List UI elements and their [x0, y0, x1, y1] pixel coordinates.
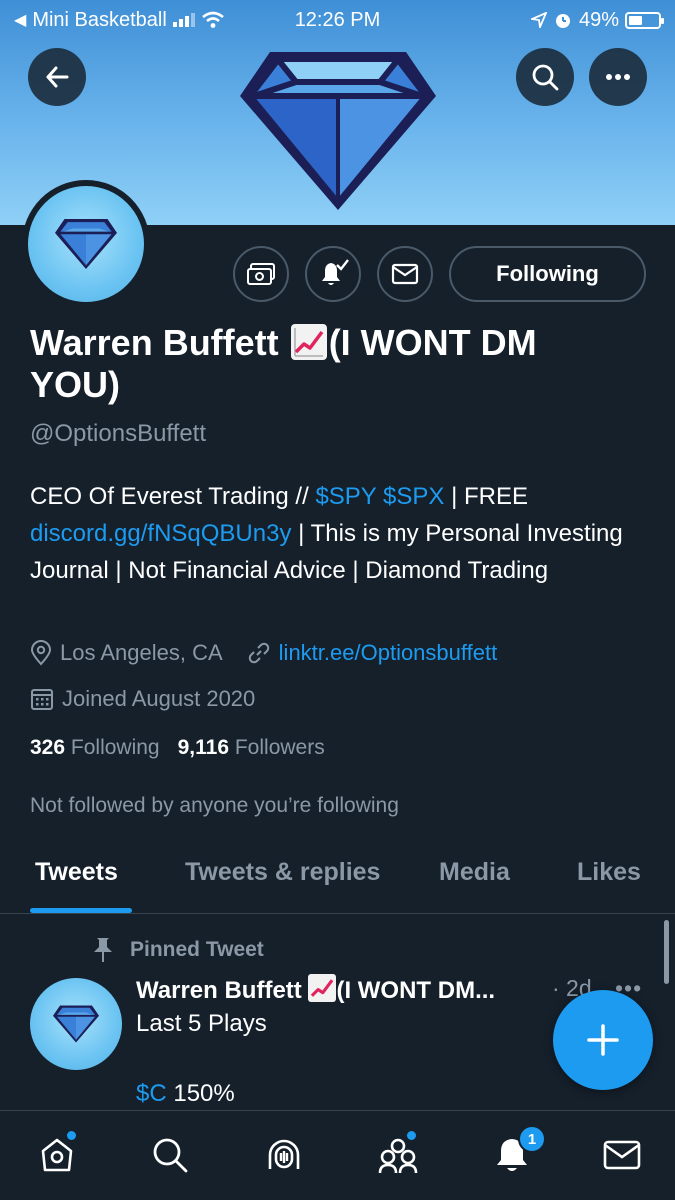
calendar-icon: [31, 689, 53, 710]
back-to-app-icon[interactable]: ◀: [14, 10, 26, 30]
notifications-badge: 1: [518, 1125, 546, 1153]
arrow-left-icon: [46, 66, 69, 88]
following-button[interactable]: Following: [449, 246, 646, 302]
followers-count-link[interactable]: 9,116 Followers: [178, 736, 325, 760]
bio-text: CEO Of Everest Trading //: [30, 483, 316, 510]
communities-new-dot: [407, 1131, 416, 1140]
mutual-followers-note: Not followed by anyone you’re following: [30, 794, 399, 817]
profile-handle: @OptionsBuffett: [30, 420, 207, 447]
home-new-dot: [67, 1131, 76, 1140]
bottom-navigation: 1: [0, 1110, 675, 1200]
pinned-label-text: Pinned Tweet: [130, 938, 264, 961]
plus-icon: [587, 1024, 619, 1056]
tip-button[interactable]: [233, 246, 289, 302]
profile-website-link[interactable]: linktr.ee/Optionsbuffett: [279, 640, 498, 666]
followers-count: 9,116: [177, 736, 230, 759]
profile-bio: CEO Of Everest Trading // $SPY $SPX | FR…: [30, 478, 650, 589]
bell-check-icon: [322, 259, 349, 285]
diamond-avatar-icon: [53, 1005, 99, 1043]
battery-percent: 49%: [578, 8, 619, 31]
following-label: Following: [70, 736, 160, 759]
money-icon: [247, 263, 275, 285]
tweet-author-avatar[interactable]: [30, 978, 122, 1070]
tab-tweets[interactable]: Tweets: [35, 858, 118, 887]
following-count-link[interactable]: 326 Following: [30, 736, 160, 760]
search-button[interactable]: [516, 48, 574, 106]
cashtag-link-spx[interactable]: $SPX: [383, 483, 444, 510]
back-button[interactable]: [28, 48, 86, 106]
compose-tweet-button[interactable]: [553, 990, 653, 1090]
pin-icon: [94, 938, 112, 962]
tweet-author-name[interactable]: Warren Buffett (I WONT DM...: [136, 974, 495, 1005]
profile-tabs: Tweets Tweets & replies Media Likes: [0, 842, 675, 914]
spaces-icon: [268, 1139, 300, 1169]
tab-tweets-and-replies[interactable]: Tweets & replies: [185, 858, 380, 887]
home-icon: [41, 1138, 73, 1172]
cashtag-link-spy[interactable]: $SPY: [315, 483, 376, 510]
battery-icon: [625, 11, 664, 29]
cashtag-link-c[interactable]: $C: [136, 1080, 167, 1107]
diamond-banner-image: [240, 52, 436, 210]
message-button[interactable]: [377, 246, 433, 302]
tweet-author-main: Warren Buffett: [136, 977, 302, 1004]
nav-spaces[interactable]: [260, 1131, 308, 1179]
active-tab-indicator: [30, 908, 132, 913]
status-time: 12:26 PM: [294, 8, 381, 31]
profile-stats: 326 Following 9,116 Followers: [30, 736, 325, 760]
carrier-label: Mini Basketball: [32, 8, 167, 31]
profile-name: Warren Buffett (I WONT DM YOU): [30, 322, 590, 406]
more-button[interactable]: [589, 48, 647, 106]
bio-text: | FREE: [444, 483, 528, 510]
ticker-value: 150%: [166, 1080, 235, 1107]
signal-icon: [172, 13, 195, 27]
wifi-icon: [202, 11, 224, 28]
followers-label: Followers: [234, 736, 325, 759]
communities-icon: [378, 1138, 418, 1174]
profile-name-main: Warren Buffett: [30, 322, 279, 363]
search-icon: [532, 64, 559, 91]
profile-meta-row: Los Angeles, CA linktr.ee/Optionsbuffett: [30, 640, 521, 666]
envelope-icon: [391, 263, 419, 285]
scrollbar[interactable]: [664, 920, 669, 984]
profile-joined: Joined August 2020: [62, 686, 256, 711]
chart-increasing-icon: [308, 974, 337, 1002]
profile-joined-row: Joined August 2020: [30, 686, 279, 712]
profile-avatar[interactable]: [22, 180, 150, 308]
diamond-avatar-icon: [55, 219, 117, 269]
search-icon: [153, 1138, 188, 1173]
more-horizontal-icon: [606, 74, 630, 80]
location-icon: [530, 12, 547, 28]
tweet-text-line: $C 150%: [136, 1080, 235, 1108]
tweet-text: Last 5 Plays: [136, 1010, 267, 1037]
nav-search[interactable]: [146, 1131, 194, 1179]
profile-location: Los Angeles, CA: [60, 640, 223, 665]
link-icon: [248, 642, 269, 664]
envelope-icon: [603, 1140, 641, 1170]
tweet-author-suffix: (I WONT DM...: [336, 977, 496, 1004]
discord-link[interactable]: discord.gg/fNSqQBUn3y: [30, 520, 291, 547]
tab-likes[interactable]: Likes: [577, 858, 641, 887]
pinned-tweet-label: Pinned Tweet: [90, 936, 264, 964]
chart-increasing-icon: [290, 324, 327, 360]
following-count: 326: [30, 736, 66, 759]
location-pin-icon: [30, 640, 52, 666]
tab-media[interactable]: Media: [439, 858, 510, 887]
alarm-icon: [555, 14, 570, 28]
status-bar: ◀ Mini Basketball 12:26 PM 49%: [0, 0, 675, 40]
nav-messages[interactable]: [598, 1131, 646, 1179]
notifications-toggle-button[interactable]: [305, 246, 361, 302]
